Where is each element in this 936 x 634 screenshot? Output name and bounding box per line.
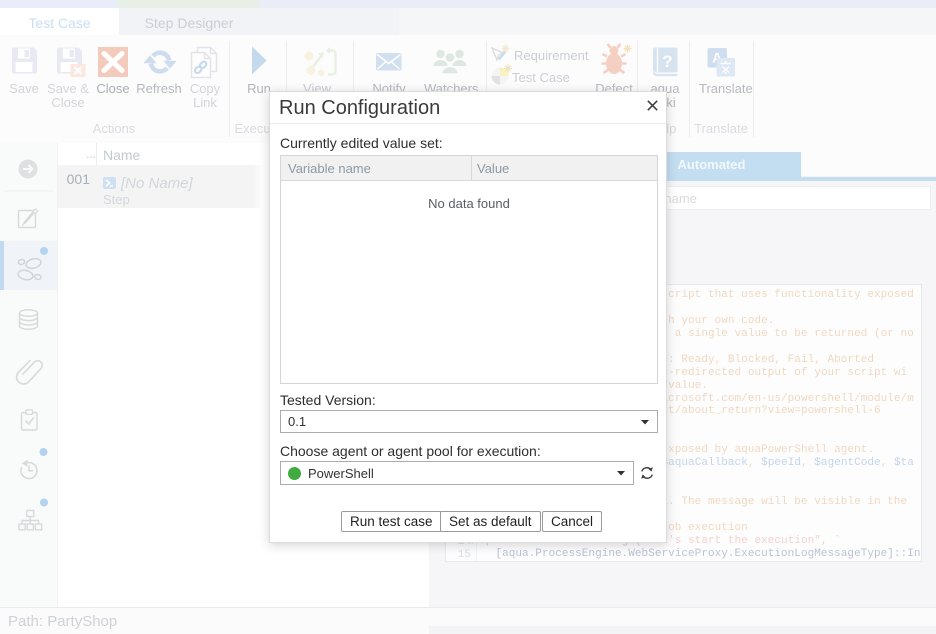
svg-text:?: ? — [662, 52, 672, 71]
